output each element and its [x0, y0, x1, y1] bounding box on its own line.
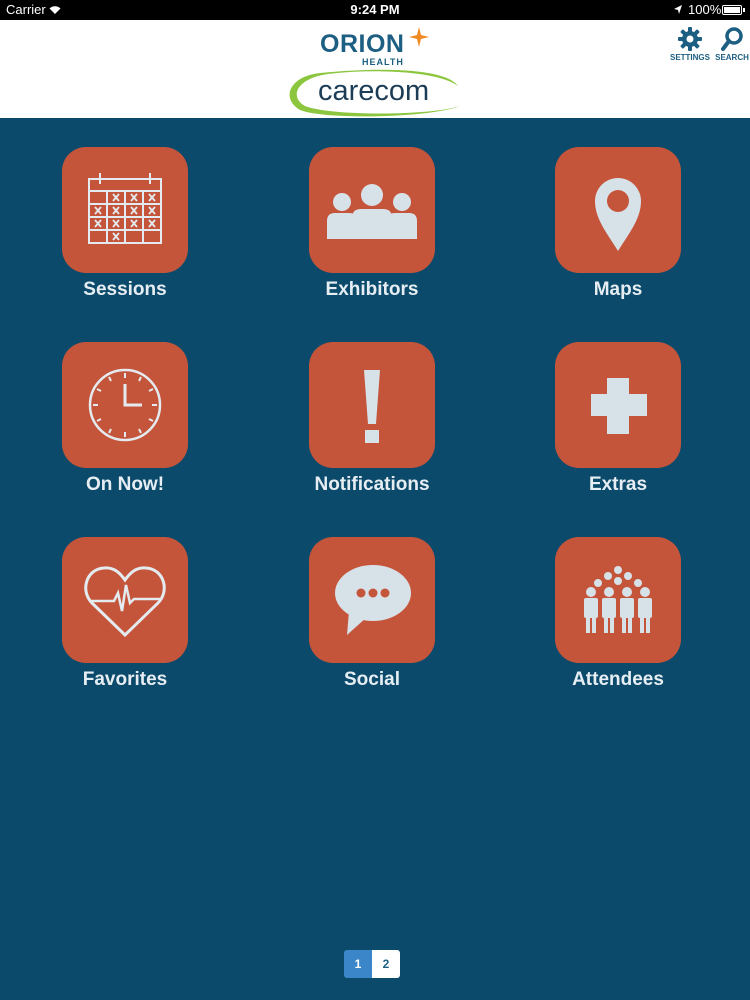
tile-favorites[interactable]: Favorites — [50, 537, 200, 707]
star-icon — [408, 26, 430, 53]
settings-button[interactable]: SETTINGS — [670, 26, 710, 66]
social-icon-box — [309, 537, 435, 663]
status-time: 9:24 PM — [350, 2, 400, 17]
status-bar: Carrier 9:24 PM 100% — [0, 0, 750, 20]
tile-notifications[interactable]: Notifications — [297, 342, 447, 512]
battery-icon — [722, 5, 745, 15]
tile-label: Attendees — [572, 669, 664, 690]
tile-label: Maps — [593, 279, 643, 300]
tile-maps[interactable]: Maps — [543, 147, 693, 317]
maps-icon-box — [555, 147, 681, 273]
tile-social[interactable]: Social — [297, 537, 447, 707]
tile-label: Favorites — [82, 669, 168, 690]
tile-label: Sessions — [83, 279, 167, 300]
page-button-1[interactable]: 1 — [344, 950, 372, 978]
search-button[interactable]: SEARCH — [712, 26, 750, 66]
notifications-icon-box — [309, 342, 435, 468]
orion-logo-text: ORION — [320, 30, 405, 58]
battery-percent: 100% — [688, 2, 722, 17]
location-arrow-icon — [673, 3, 683, 18]
app-header: ORION HEALTH carecom SETTINGS SEARCH — [0, 20, 750, 118]
exhibitors-icon-box — [309, 147, 435, 273]
orion-logo-subtext: HEALTH — [362, 57, 404, 67]
tile-label: Extras — [588, 474, 648, 495]
tile-on-now[interactable]: On Now! — [50, 342, 200, 512]
tile-label: On Now! — [85, 474, 165, 495]
on-now-icon-box — [62, 342, 188, 468]
carecom-logo-text: carecom — [318, 75, 430, 107]
attendees-icon-box — [555, 537, 681, 663]
tile-exhibitors[interactable]: Exhibitors — [297, 147, 447, 317]
tile-sessions[interactable]: Sessions — [50, 147, 200, 317]
page-button-2[interactable]: 2 — [372, 950, 400, 978]
search-label: SEARCH — [715, 53, 749, 62]
tile-label: Social — [344, 669, 400, 690]
tile-attendees[interactable]: Attendees — [543, 537, 693, 707]
tile-label: Notifications — [314, 474, 430, 495]
orion-health-logo: ORION HEALTH — [320, 26, 430, 70]
extras-icon-box — [555, 342, 681, 468]
carecom-logo: carecom — [280, 68, 470, 118]
tile-extras[interactable]: Extras — [543, 342, 693, 512]
sessions-icon-box — [62, 147, 188, 273]
tile-label: Exhibitors — [325, 279, 419, 300]
favorites-icon-box — [62, 537, 188, 663]
